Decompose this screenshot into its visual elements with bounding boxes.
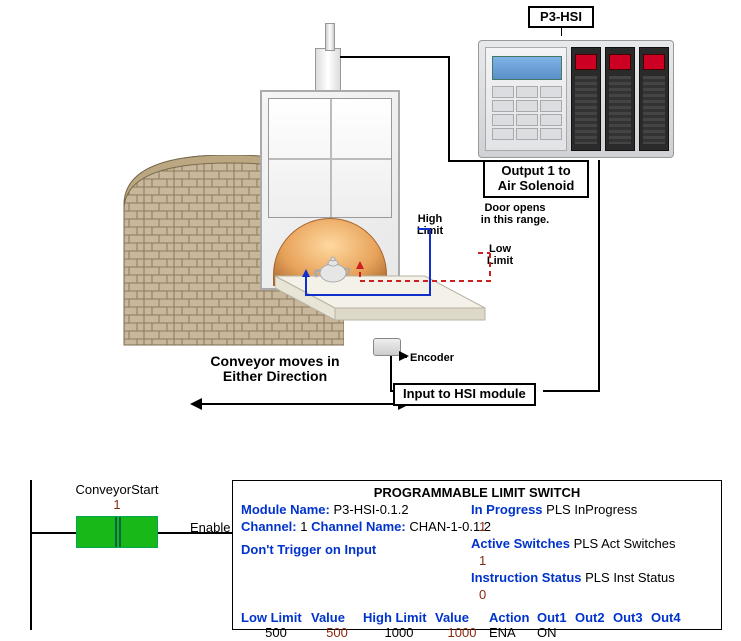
plc-slot-2	[605, 47, 635, 151]
wire	[390, 356, 392, 392]
channel-name-label: Channel Name:	[311, 519, 406, 534]
channel: 1	[300, 519, 307, 534]
conveyor-direction-label: Conveyor moves inEither Direction	[160, 354, 390, 385]
direction-arrow	[190, 396, 410, 406]
rung	[32, 532, 76, 534]
input-callout: Input to HSI module	[393, 383, 536, 406]
active-switches-label: Active Switches	[471, 536, 570, 551]
pls-title: PROGRAMMABLE LIMIT SWITCH	[241, 485, 713, 500]
ladder-panel: ConveyorStart 1 Enable PROGRAMMABLE LIMI…	[22, 480, 722, 630]
in-progress: PLS InProgress	[546, 502, 637, 517]
plc-tag: P3-HSI	[528, 6, 594, 28]
plc-cpu	[485, 47, 567, 151]
wire	[543, 390, 600, 392]
active-switches-value: 1	[479, 553, 713, 568]
arrowhead-icon	[399, 351, 409, 361]
inst-status: PLS Inst Status	[585, 570, 675, 585]
wire	[448, 56, 450, 160]
door-opens-label: Door opensin this range.	[465, 202, 565, 226]
pls-table-header: Low Limit Value High Limit Value Action …	[241, 610, 713, 625]
inst-status-value: 0	[479, 587, 713, 602]
plc-slot-3	[639, 47, 669, 151]
output-callout: Output 1 toAir Solenoid	[483, 160, 589, 198]
in-progress-value: 1	[479, 519, 713, 534]
contact-conveyor-start	[76, 516, 158, 548]
inst-status-label: Instruction Status	[471, 570, 582, 585]
wire	[390, 390, 394, 392]
ladder-rail	[30, 480, 32, 630]
module-name-label: Module Name:	[241, 502, 330, 517]
plc-rack	[478, 40, 674, 158]
contact-state: 1	[113, 497, 120, 512]
door	[268, 98, 392, 218]
wire	[448, 160, 483, 162]
in-progress-label: In Progress	[471, 502, 543, 517]
plc-slot-1	[571, 47, 601, 151]
active-switches: PLS Act Switches	[574, 536, 676, 551]
wire	[340, 56, 450, 58]
module-name: P3-HSI-0.1.2	[333, 502, 408, 517]
pls-instruction-box: PROGRAMMABLE LIMIT SWITCH Module Name: P…	[232, 480, 722, 630]
channel-label: Channel:	[241, 519, 297, 534]
system-diagram: Conveyor moves inEither Direction P3-HSI…	[0, 0, 741, 430]
trigger-mode: Don't Trigger on Input	[241, 542, 376, 557]
limit-range-overlay	[300, 225, 520, 315]
door-actuator	[315, 48, 341, 96]
encoder-label: Encoder	[410, 352, 454, 364]
pls-table-row: 500 500 1000 1000 ENA ON	[241, 625, 713, 640]
wire	[598, 160, 600, 392]
enable-label: Enable	[190, 520, 230, 535]
contact-name: ConveyorStart	[75, 482, 158, 497]
